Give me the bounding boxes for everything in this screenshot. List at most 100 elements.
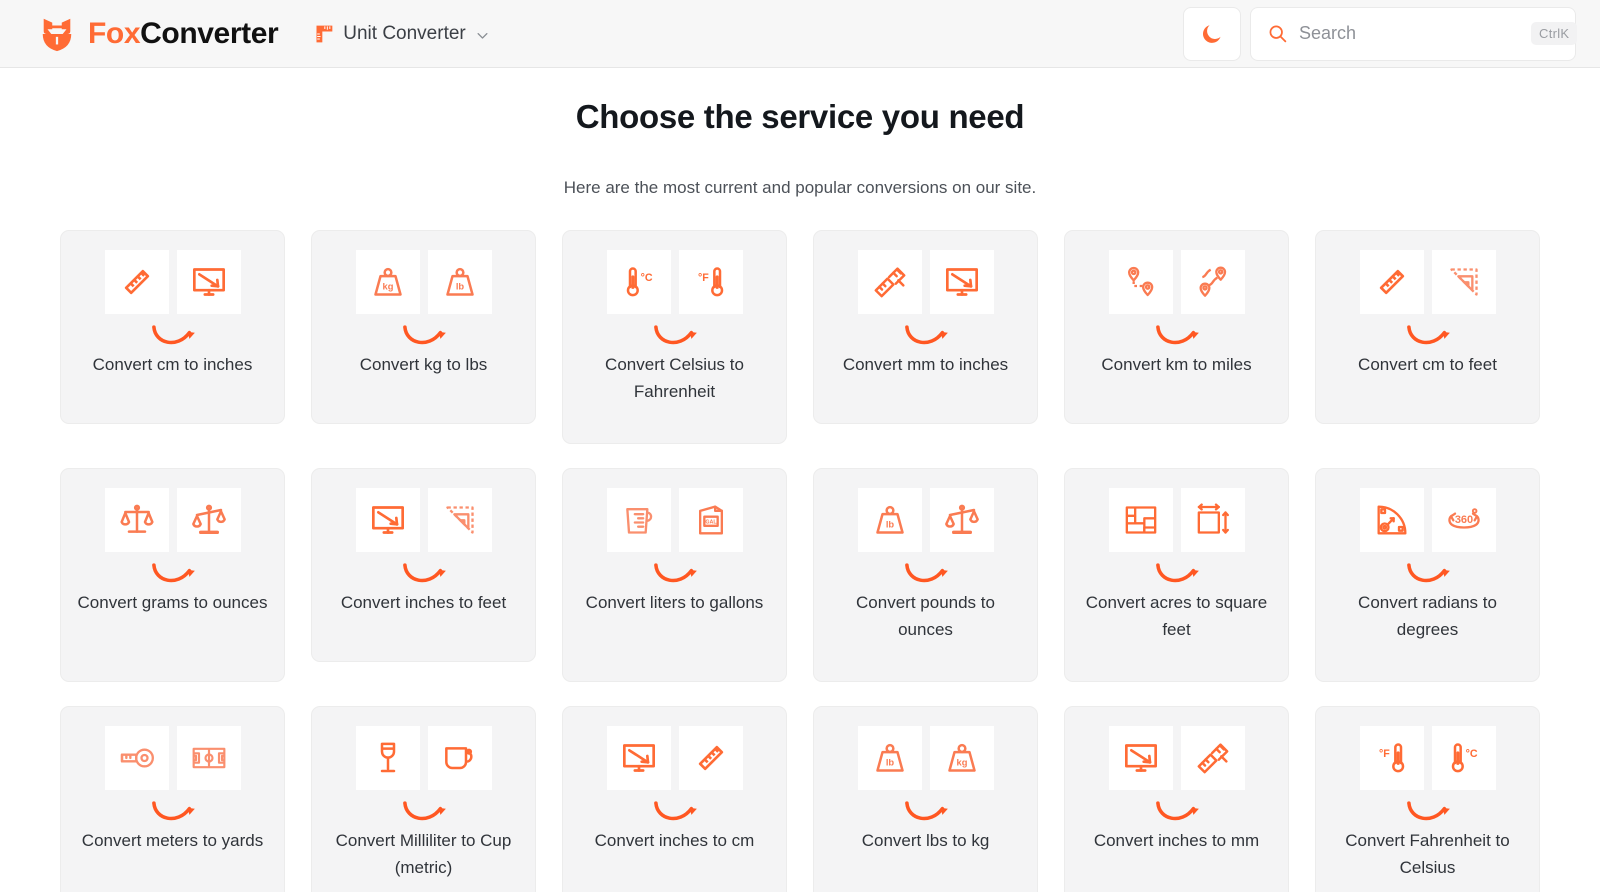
conversion-card[interactable]: Convert cm to inches bbox=[60, 230, 285, 424]
to-unit-tile bbox=[678, 726, 743, 790]
conversion-card[interactable]: Convert acres to square feet bbox=[1064, 468, 1289, 682]
conversion-card-grid: Convert cm to inches Convert kg to lbs Con… bbox=[0, 230, 1600, 892]
curved-arrow-icon bbox=[402, 563, 448, 583]
page-subtitle: Here are the most current and popular co… bbox=[563, 178, 1037, 197]
search-box[interactable]: CtrlK bbox=[1250, 6, 1578, 61]
conversion-card-label: Convert pounds to ounces bbox=[856, 593, 995, 640]
conversion-card[interactable]: Convert inches to feet bbox=[311, 468, 536, 662]
wine-glass-icon bbox=[380, 742, 395, 773]
conversion-card[interactable]: Convert mm to inches bbox=[813, 230, 1038, 424]
conversion-icon-pair bbox=[606, 726, 743, 790]
conversion-icon-pair bbox=[1108, 488, 1245, 552]
conversion-card-label: Convert grams to ounces bbox=[77, 593, 268, 612]
unit-converter-dropdown[interactable]: Unit Converter bbox=[314, 23, 490, 45]
conversion-arrow bbox=[1151, 557, 1203, 587]
conversion-card[interactable]: Convert kg to lbs bbox=[311, 230, 536, 424]
conversion-icon-pair bbox=[1108, 250, 1245, 314]
conversion-icon-pair bbox=[355, 250, 492, 314]
conversion-card[interactable]: Convert radians to degrees bbox=[1315, 468, 1540, 682]
mug-icon bbox=[444, 747, 473, 770]
from-unit-tile bbox=[1108, 726, 1173, 790]
caliper-icon bbox=[1197, 743, 1228, 774]
conversion-card[interactable]: Convert km to miles bbox=[1064, 230, 1289, 424]
balance-scale-tilt-icon bbox=[191, 504, 226, 534]
search-icon bbox=[1269, 25, 1287, 43]
conversion-card-label: Convert Fahrenheit to Celsius bbox=[1345, 831, 1510, 878]
conversion-arrow bbox=[649, 795, 701, 825]
to-unit-tile bbox=[678, 250, 743, 314]
search-input[interactable] bbox=[1299, 23, 1531, 44]
to-unit-tile bbox=[929, 488, 994, 552]
football-field-icon bbox=[192, 747, 225, 769]
weight-lb-icon bbox=[445, 267, 474, 296]
conversion-arrow bbox=[900, 557, 952, 587]
from-unit-tile bbox=[104, 488, 169, 552]
monitor-diagonal-icon bbox=[192, 268, 225, 296]
weight-lb-icon bbox=[875, 743, 904, 772]
header-actions: CtrlK bbox=[1183, 6, 1578, 61]
curved-arrow-icon bbox=[151, 563, 197, 583]
curved-arrow-icon bbox=[1155, 801, 1201, 821]
conversion-card[interactable]: Convert liters to gallons bbox=[562, 468, 787, 682]
conversion-card[interactable]: Convert inches to cm bbox=[562, 706, 787, 892]
weight-lb-icon bbox=[875, 505, 904, 534]
from-unit-tile bbox=[857, 250, 922, 314]
conversion-icon-pair bbox=[857, 726, 994, 790]
conversion-card[interactable]: Convert lbs to kg bbox=[813, 706, 1038, 892]
conversion-icon-pair bbox=[104, 726, 241, 790]
curved-arrow-icon bbox=[1155, 325, 1201, 345]
conversion-icon-pair bbox=[1359, 488, 1496, 552]
conversion-card-label: Convert acres to square feet bbox=[1085, 593, 1268, 640]
conversion-card[interactable]: Convert grams to ounces bbox=[60, 468, 285, 682]
from-unit-tile bbox=[1108, 250, 1173, 314]
conversion-card-label: Convert Celsius to Fahrenheit bbox=[605, 355, 744, 402]
to-unit-tile bbox=[176, 250, 241, 314]
curved-arrow-icon bbox=[904, 801, 950, 821]
curved-arrow-icon bbox=[653, 325, 699, 345]
conversion-icon-pair bbox=[606, 488, 743, 552]
conversion-card[interactable]: Convert cm to feet bbox=[1315, 230, 1540, 424]
to-unit-tile bbox=[1431, 726, 1496, 790]
curved-arrow-icon bbox=[904, 325, 950, 345]
from-unit-tile bbox=[606, 250, 671, 314]
conversion-card[interactable]: Convert Fahrenheit to Celsius bbox=[1315, 706, 1540, 892]
to-unit-tile bbox=[176, 488, 241, 552]
conversion-card-label: Convert inches to mm bbox=[1093, 831, 1260, 850]
search-shortcut-badge: CtrlK bbox=[1531, 22, 1578, 45]
conversion-card[interactable]: Convert Celsius to Fahrenheit bbox=[562, 230, 787, 444]
brand-logo-group[interactable]: FoxConverter bbox=[38, 15, 279, 53]
to-unit-tile bbox=[1180, 250, 1245, 314]
jerrycan-icon bbox=[698, 505, 723, 535]
conversion-icon-pair bbox=[104, 488, 241, 552]
to-unit-tile bbox=[1431, 488, 1496, 552]
conversion-arrow bbox=[649, 557, 701, 587]
conversion-card[interactable]: Convert inches to mm bbox=[1064, 706, 1289, 892]
conversion-arrow bbox=[398, 319, 450, 349]
conversion-arrow bbox=[398, 795, 450, 825]
from-unit-tile bbox=[355, 488, 420, 552]
conversion-card-label: Convert cm to inches bbox=[92, 355, 253, 374]
from-unit-tile bbox=[606, 488, 671, 552]
conversion-card[interactable]: Convert meters to yards bbox=[60, 706, 285, 892]
triangle-ruler-icon bbox=[1449, 268, 1478, 296]
to-unit-tile bbox=[678, 488, 743, 552]
conversion-arrow bbox=[147, 319, 199, 349]
conversion-card-label: Convert radians to degrees bbox=[1358, 593, 1497, 640]
dark-mode-toggle[interactable] bbox=[1183, 6, 1241, 61]
conversion-icon-pair bbox=[1359, 250, 1496, 314]
curved-arrow-icon bbox=[1406, 325, 1452, 345]
brand-name-fox: Fox bbox=[88, 16, 141, 50]
conversion-arrow bbox=[1402, 319, 1454, 349]
conversion-card[interactable]: Convert pounds to ounces bbox=[813, 468, 1038, 682]
curved-arrow-icon bbox=[151, 801, 197, 821]
from-unit-tile bbox=[1359, 488, 1424, 552]
conversion-card-label: Convert lbs to kg bbox=[861, 831, 990, 850]
conversion-card[interactable]: Convert Milliliter to Cup (metric) bbox=[311, 706, 536, 892]
conversion-card-label: Convert mm to inches bbox=[842, 355, 1009, 374]
to-unit-tile bbox=[929, 726, 994, 790]
conversion-arrow bbox=[1151, 795, 1203, 825]
from-unit-tile bbox=[355, 726, 420, 790]
conversion-card-label: Convert km to miles bbox=[1101, 355, 1252, 374]
ruler-diagonal-icon bbox=[124, 269, 149, 295]
monitor-diagonal-icon bbox=[371, 506, 404, 534]
